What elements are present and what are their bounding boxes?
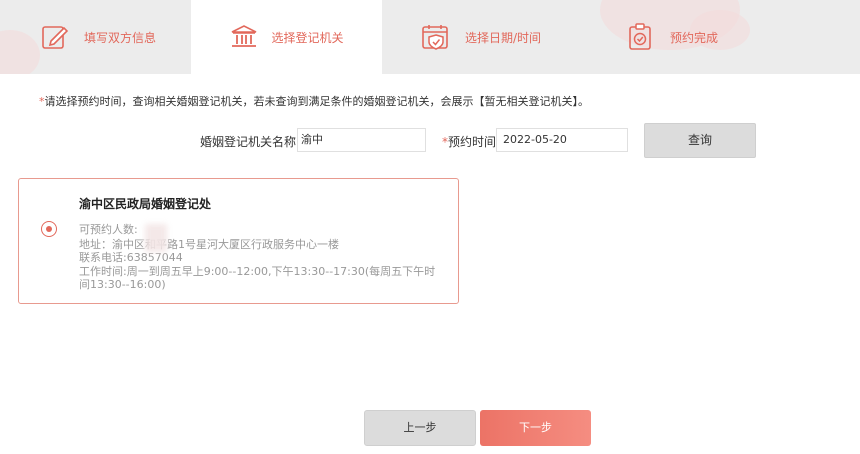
office-radio[interactable] [41,221,57,237]
query-button[interactable]: 查询 [644,123,756,158]
step-select-office: 选择登记机关 [191,0,382,74]
government-building-icon [229,22,259,52]
step-label: 选择日期/时间 [465,30,542,45]
clipboard-check-icon [626,22,656,52]
redacted-overlay [145,224,167,252]
radio-selected-dot [46,226,52,232]
office-hours: 工作时间:周一到周五早上9:00--12:00,下午13:30--17:30(每… [79,265,436,278]
calendar-shield-icon [421,22,451,52]
office-hours-cont: 间13:30--16:00) [79,278,166,291]
office-name: 渝中区民政局婚姻登记处 [79,197,212,211]
appointment-time-label: *预约时间 [442,133,496,150]
org-name-input[interactable]: 渝中 [297,128,426,152]
appointment-date-input[interactable]: 2022-05-20 [496,128,628,152]
prev-step-button[interactable]: 上一步 [364,410,476,446]
registration-office-card[interactable]: 渝中区民政局婚姻登记处 可预约人数: 地址：渝中区和平路1号星河大厦区行政服务中… [18,178,459,304]
step-select-date: 选择日期/时间 [421,0,581,74]
office-address: 地址：渝中区和平路1号星河大厦区行政服务中心一楼 [79,238,339,251]
step-label: 预约完成 [670,30,719,45]
step-complete: 预约完成 [626,0,766,74]
decorative-blot [0,30,40,74]
step-label: 选择登记机关 [271,30,344,45]
time-label-text: 预约时间 [448,135,497,149]
office-phone: 联系电话:63857044 [79,251,183,264]
step-fill-info: 填写双方信息 [40,0,190,74]
next-step-button[interactable]: 下一步 [480,410,591,446]
step-label: 填写双方信息 [84,30,157,45]
instruction-hint: *请选择预约时间，查询相关婚姻登记机关，若未查询到满足条件的婚姻登记机关，会展示… [39,93,589,109]
edit-form-icon [40,22,70,52]
step-progress-bar: 填写双方信息 选择登记机关 选择日期/时间 预约完成 [0,0,860,74]
hint-text: 请选择预约时间，查询相关婚姻登记机关，若未查询到满足条件的婚姻登记机关，会展示【… [44,95,590,108]
available-count: 可预约人数: [79,223,138,236]
org-name-label: 婚姻登记机关名称 [200,135,297,149]
